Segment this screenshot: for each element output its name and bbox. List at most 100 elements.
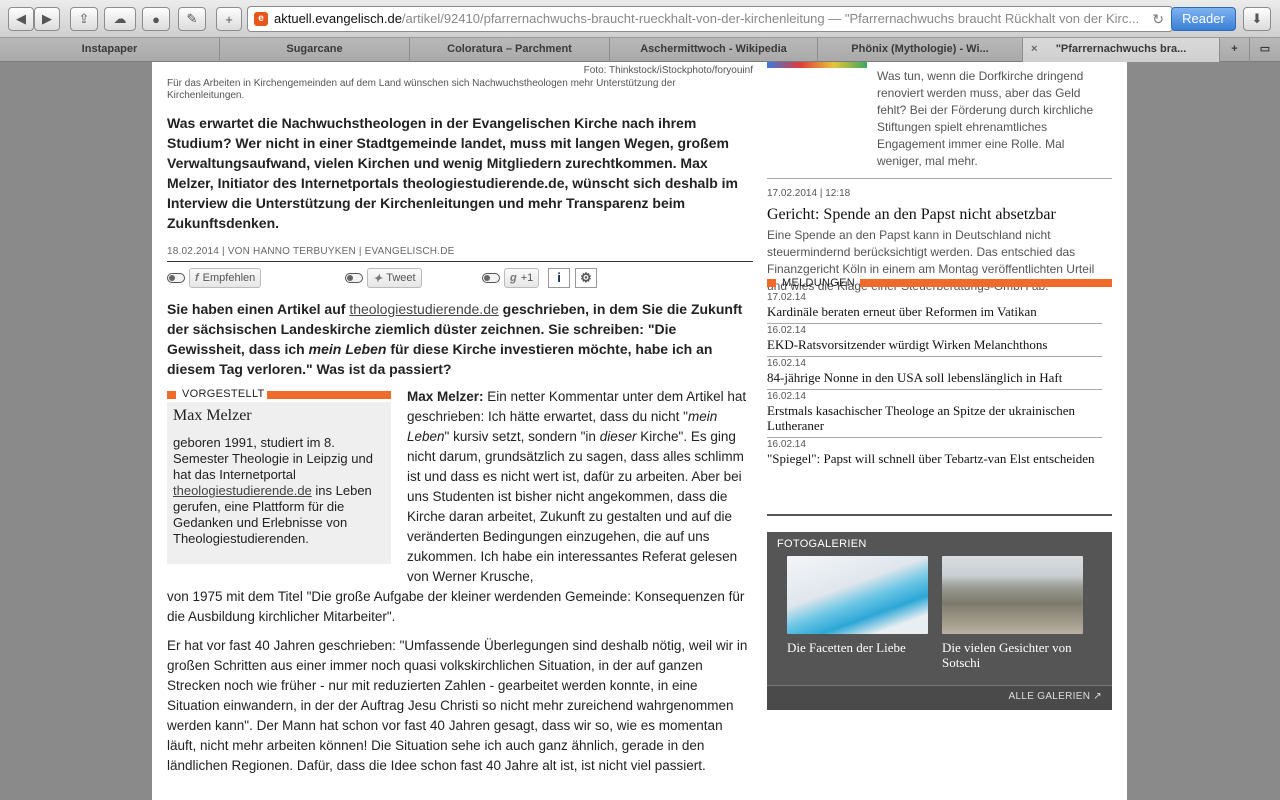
browser-toolbar: ◀ ▶ ⇪ ☁ ● ✎ + e aktuell.evangelisch.de/a… bbox=[0, 0, 1280, 38]
answer-speaker: Max Melzer: bbox=[407, 389, 484, 404]
tab-label: Sugarcane bbox=[286, 43, 343, 55]
interview-answer: Max Melzer: Ein netter Kommentar unter d… bbox=[407, 387, 753, 587]
teaser-dorfkirche[interactable]: Was tun, wenn die Dorfkirche dringend re… bbox=[767, 62, 1112, 295]
facebook-share: f Empfehlen bbox=[167, 268, 262, 288]
tab-overview[interactable]: ▭ bbox=[1250, 38, 1280, 62]
answer-text: Kirche". Es ging nicht darum, grundsätzl… bbox=[407, 429, 744, 584]
photo-credit: Foto: Thinkstock/iStockphoto/foryouinf bbox=[583, 65, 753, 76]
tab-overview-icon: ▭ bbox=[1259, 43, 1271, 55]
cloud-icon: ☁ bbox=[113, 11, 127, 26]
ghostery-button[interactable]: ● bbox=[142, 7, 170, 31]
wrench-icon: ✎ bbox=[186, 11, 198, 26]
facebook-like-button[interactable]: f Empfehlen bbox=[189, 268, 262, 288]
gallery-item-sotschi[interactable]: Die vielen Gesichter von Sotschi bbox=[942, 556, 1083, 670]
answer-emphasis: dieser bbox=[599, 429, 637, 444]
heading-bar bbox=[267, 391, 391, 399]
tab-pfarrernachwuchs[interactable]: × "Pfarrernachwuchs bra... bbox=[1023, 38, 1220, 62]
gallery-item-liebe[interactable]: Die Facetten der Liebe bbox=[787, 556, 928, 655]
web-page: Foto: Thinkstock/iStockphoto/foryouinf F… bbox=[152, 62, 1127, 800]
back-arrow-icon: ◀ bbox=[16, 11, 26, 26]
teaser-thumbnail bbox=[767, 62, 867, 68]
item-date: 16.02.14 bbox=[767, 358, 806, 369]
answer-continued: von 1975 mit dem Titel "Die große Aufgab… bbox=[167, 589, 745, 624]
list-item[interactable]: 16.02.14 84-jährige Nonne in den USA soll… bbox=[767, 357, 1102, 390]
reader-button[interactable]: Reader bbox=[1171, 7, 1236, 31]
tab-label: Instapaper bbox=[81, 43, 138, 55]
address-bar[interactable]: e aktuell.evangelisch.de/artikel/92410/p… bbox=[247, 6, 1173, 32]
share-button[interactable]: ⇪ bbox=[70, 7, 98, 31]
item-date: 16.02.14 bbox=[767, 325, 806, 336]
article-lead: Was erwartet die Nachwuchstheologen in d… bbox=[167, 115, 738, 231]
item-date: 16.02.14 bbox=[767, 439, 806, 450]
tab-aschermittwoch[interactable]: Aschermittwoch - Wikipedia bbox=[610, 38, 818, 62]
gallery-heading: FOTOGALERIEN bbox=[777, 538, 867, 550]
interview-question: Sie haben einen Artikel auf theologiestu… bbox=[167, 299, 753, 379]
infobox-heading-text: VORGESTELLT bbox=[182, 388, 265, 400]
facebook-icon: f bbox=[195, 272, 199, 284]
question-text: Sie haben einen Artikel auf bbox=[167, 301, 346, 317]
list-item[interactable]: 16.02.14 "Spiegel": Papst will schnell üb… bbox=[767, 438, 1102, 470]
list-item[interactable]: 16.02.14 Erstmals kasachischer Theologe a… bbox=[767, 390, 1102, 438]
plus-icon: + bbox=[1231, 43, 1238, 55]
back-button[interactable]: ◀ bbox=[8, 7, 34, 31]
gallery-thumbnail[interactable] bbox=[787, 556, 928, 634]
meldungen-heading-text: MELDUNGEN bbox=[782, 277, 855, 289]
item-title[interactable]: "Spiegel": Papst will schnell über Tebar… bbox=[767, 451, 1102, 466]
gplus-icon: g bbox=[510, 272, 517, 284]
bio-link[interactable]: theologiestudierende.de bbox=[173, 483, 312, 498]
item-title[interactable]: Erstmals kasachischer Theologe an Spitze… bbox=[767, 403, 1102, 433]
list-item[interactable]: 17.02.14 Kardinäle beraten erneut über Re… bbox=[767, 291, 1102, 324]
all-galleries-link[interactable]: ALLE GALERIEN ↗ bbox=[767, 685, 1112, 710]
share-icon: ⇪ bbox=[78, 11, 90, 26]
tab-sugarcane[interactable]: Sugarcane bbox=[220, 38, 410, 62]
tab-instapaper[interactable]: Instapaper bbox=[0, 38, 220, 62]
meldungen-list: 17.02.14 Kardinäle beraten erneut über Re… bbox=[767, 291, 1112, 516]
tweet-label: Tweet bbox=[386, 272, 416, 284]
url-path: /artikel/92410/pfarrernachwuchs-braucht-… bbox=[401, 11, 1140, 26]
url-host: aktuell.evangelisch.de bbox=[274, 11, 402, 26]
item-title[interactable]: 84-jährige Nonne in den USA soll lebensl… bbox=[767, 370, 1102, 385]
list-item[interactable]: 16.02.14 EKD-Ratsvorsitzender würdigt Wir… bbox=[767, 324, 1102, 357]
forward-arrow-icon: ▶ bbox=[42, 11, 52, 26]
twitter-toggle[interactable] bbox=[345, 273, 363, 283]
downloads-button[interactable]: ⬇ bbox=[1243, 7, 1271, 31]
reload-icon[interactable]: ↻ bbox=[1152, 7, 1164, 31]
tab-label: "Pfarrernachwuchs bra... bbox=[1055, 43, 1187, 55]
gallery-caption[interactable]: Die Facetten der Liebe bbox=[787, 640, 928, 655]
tab-label: Phönix (Mythologie) - Wi... bbox=[851, 43, 989, 55]
fotogalerien-box: FOTOGALERIEN Die Facetten der Liebe Die … bbox=[767, 532, 1112, 710]
tab-coloratura[interactable]: Coloratura – Parchment bbox=[410, 38, 610, 62]
facebook-toggle[interactable] bbox=[167, 273, 185, 283]
ghost-icon: ● bbox=[152, 11, 160, 27]
new-tab-button[interactable]: + bbox=[216, 7, 242, 31]
teaser-date: 17.02.2014 | 12:18 bbox=[767, 188, 851, 199]
infobox-name: Max Melzer bbox=[173, 407, 252, 424]
item-title[interactable]: EKD-Ratsvorsitzender würdigt Wirken Mela… bbox=[767, 337, 1102, 352]
gallery-caption[interactable]: Die vielen Gesichter von Sotschi bbox=[942, 640, 1083, 670]
gallery-thumbnail[interactable] bbox=[942, 556, 1083, 634]
byline: 18.02.2014 | VON HANNO TERBUYKEN | EVANG… bbox=[167, 246, 753, 262]
new-tab-plus[interactable]: + bbox=[1220, 38, 1250, 62]
forward-button[interactable]: ▶ bbox=[34, 7, 60, 31]
plus-icon: + bbox=[225, 11, 233, 27]
item-date: 16.02.14 bbox=[767, 391, 806, 402]
info-button[interactable]: i bbox=[548, 268, 570, 288]
close-tab-icon[interactable]: × bbox=[1031, 38, 1037, 61]
item-title[interactable]: Kardinäle beraten erneut über Reformen i… bbox=[767, 304, 1102, 319]
question-emphasis: mein Leben bbox=[308, 341, 387, 357]
tab-phoenix[interactable]: Phönix (Mythologie) - Wi... bbox=[818, 38, 1023, 62]
teaser-title[interactable]: Gericht: Spende an den Papst nicht abset… bbox=[767, 206, 1112, 223]
gplus-share: g +1 bbox=[482, 268, 540, 288]
infobox-heading: VORGESTELLT bbox=[167, 387, 391, 402]
gplus-toggle[interactable] bbox=[482, 273, 500, 283]
gplus-label: +1 bbox=[520, 272, 534, 284]
bio-text: geboren 1991, studiert im 8. Semester Th… bbox=[173, 435, 373, 482]
icloud-button[interactable]: ☁ bbox=[104, 7, 136, 31]
teaser-body: Was tun, wenn die Dorfkirche dringend re… bbox=[877, 69, 1094, 168]
infobox-bio: geboren 1991, studiert im 8. Semester Th… bbox=[167, 435, 391, 547]
tools-button[interactable]: ✎ bbox=[178, 7, 206, 31]
theologiestudierende-link[interactable]: theologiestudierende.de bbox=[349, 301, 498, 317]
settings-gear-icon[interactable]: ⚙ bbox=[575, 268, 597, 288]
tweet-button[interactable]: ✦ Tweet bbox=[367, 268, 422, 288]
gplus-button[interactable]: g +1 bbox=[504, 268, 540, 288]
